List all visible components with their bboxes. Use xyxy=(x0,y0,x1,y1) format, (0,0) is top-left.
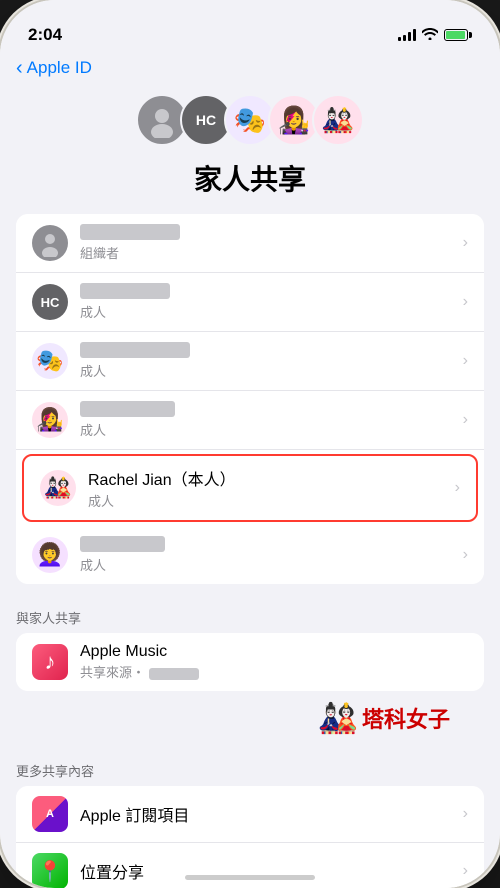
member-5-role: 成人 xyxy=(88,491,447,510)
apple-music-name: Apple Music xyxy=(80,643,468,661)
watermark: 🎎 塔科女子 xyxy=(0,699,500,745)
family-member-1[interactable]: 組織者 › xyxy=(16,214,484,273)
member-5-name: Rachel Jian（本人） xyxy=(88,466,447,490)
family-member-2[interactable]: HC 成人 › xyxy=(16,273,484,332)
page-title: 家人共享 xyxy=(0,158,500,198)
more-sharing-group: A Apple 訂閱項目 › 📍 位置分享 › xyxy=(16,786,484,888)
member-1-text: 組織者 xyxy=(80,224,455,262)
chevron-icon: › xyxy=(463,411,468,429)
location-item[interactable]: 📍 位置分享 › xyxy=(16,843,484,888)
subscriptions-name: Apple 訂閱項目 xyxy=(80,802,455,826)
member-3-text: 成人 xyxy=(80,342,455,380)
member-4-avatar: 👩‍🎤 xyxy=(32,402,68,438)
phone-frame: 2:04 xyxy=(0,0,500,888)
main-content: 組織者 › HC 成人 › 🎭 xyxy=(0,214,500,888)
shared-with-family-group: ♪ Apple Music 共享來源・ xyxy=(16,633,484,691)
family-member-6[interactable]: 👩‍🦱 成人 › xyxy=(16,526,484,584)
battery-icon xyxy=(444,29,472,41)
subscriptions-text: Apple 訂閱項目 xyxy=(80,802,455,826)
chevron-icon: › xyxy=(463,352,468,370)
member-6-role: 成人 xyxy=(80,555,455,574)
back-button[interactable]: ‹ Apple ID xyxy=(16,58,484,78)
family-member-5-rachel[interactable]: 🎎 Rachel Jian（本人） 成人 › xyxy=(22,454,478,522)
member-2-name xyxy=(80,283,455,301)
member-4-role: 成人 xyxy=(80,420,455,439)
page-title-section: HC 🎭 👩‍🎤 🎎 家人共享 xyxy=(0,86,500,214)
member-3-avatar: 🎭 xyxy=(32,343,68,379)
member-3-role: 成人 xyxy=(80,361,455,380)
status-icons xyxy=(398,27,472,43)
family-members-section: 組織者 › HC 成人 › 🎭 xyxy=(16,214,484,584)
avatar-5: 🎎 xyxy=(312,94,364,146)
member-1-avatar xyxy=(32,225,68,261)
family-member-4[interactable]: 👩‍🎤 成人 › xyxy=(16,391,484,450)
member-2-text: 成人 xyxy=(80,283,455,321)
family-member-3[interactable]: 🎭 成人 › xyxy=(16,332,484,391)
more-sharing-header: 更多共享內容 xyxy=(0,745,500,786)
avatar-row: HC 🎭 👩‍🎤 🎎 xyxy=(0,94,500,146)
apple-music-text: Apple Music 共享來源・ xyxy=(80,643,468,681)
chevron-icon: › xyxy=(455,479,460,497)
status-bar: 2:04 xyxy=(0,0,500,54)
member-2-role: 成人 xyxy=(80,302,455,321)
chevron-icon: › xyxy=(463,546,468,564)
member-1-role: 組織者 xyxy=(80,243,455,262)
shared-section-header: 與家人共享 xyxy=(0,592,500,633)
back-chevron-icon: ‹ xyxy=(16,58,23,78)
chevron-icon: › xyxy=(463,862,468,880)
member-1-name xyxy=(80,224,455,242)
wifi-icon xyxy=(422,27,438,43)
nav-bar: ‹ Apple ID xyxy=(0,54,500,86)
watermark-emoji: 🎎 xyxy=(318,699,358,737)
apple-music-item[interactable]: ♪ Apple Music 共享來源・ xyxy=(16,633,484,691)
apple-music-icon: ♪ xyxy=(32,644,68,680)
chevron-icon: › xyxy=(463,805,468,823)
member-6-text: 成人 xyxy=(80,536,455,574)
screen: 2:04 xyxy=(0,0,500,888)
back-label: Apple ID xyxy=(27,58,92,78)
chevron-icon: › xyxy=(463,293,468,311)
signal-icon xyxy=(398,29,416,41)
member-5-text: Rachel Jian（本人） 成人 xyxy=(88,466,447,510)
member-2-avatar: HC xyxy=(32,284,68,320)
subscriptions-icon: A xyxy=(32,796,68,832)
member-6-name xyxy=(80,536,455,554)
member-3-name xyxy=(80,342,455,360)
member-5-avatar: 🎎 xyxy=(40,470,76,506)
member-6-avatar: 👩‍🦱 xyxy=(32,537,68,573)
member-4-text: 成人 xyxy=(80,401,455,439)
member-4-name xyxy=(80,401,455,419)
subscriptions-item[interactable]: A Apple 訂閱項目 › xyxy=(16,786,484,843)
chevron-icon: › xyxy=(463,234,468,252)
home-indicator xyxy=(185,875,315,880)
status-time: 2:04 xyxy=(28,25,62,45)
location-icon: 📍 xyxy=(32,853,68,888)
watermark-text: 塔科女子 xyxy=(362,702,450,734)
apple-music-subtitle: 共享來源・ xyxy=(80,662,468,681)
